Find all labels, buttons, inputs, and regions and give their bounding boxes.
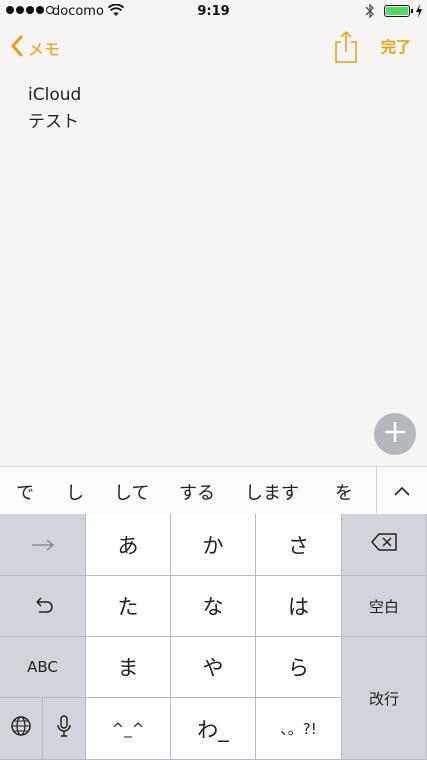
return-key[interactable]: 改行 bbox=[342, 637, 427, 760]
key-punctuation[interactable]: 、。?! bbox=[256, 698, 342, 760]
key-ha[interactable]: は bbox=[256, 576, 342, 637]
back-label: メモ bbox=[28, 40, 61, 59]
status-bar: docomo 9:19 bbox=[0, 0, 427, 24]
plus-icon bbox=[384, 421, 406, 446]
dictation-key[interactable] bbox=[43, 698, 86, 760]
key-kaomoji[interactable]: ^_^ bbox=[86, 698, 171, 760]
note-line[interactable]: iCloud bbox=[28, 82, 408, 109]
note-line[interactable]: テスト bbox=[28, 109, 408, 136]
suggestion-item[interactable]: します bbox=[245, 479, 299, 505]
key-sa[interactable]: さ bbox=[256, 514, 342, 576]
suggestion-bar: で し して する します を bbox=[0, 466, 427, 515]
key-ka[interactable]: か bbox=[171, 514, 256, 576]
globe-key[interactable] bbox=[0, 698, 43, 760]
abc-key[interactable]: ABC bbox=[0, 637, 86, 698]
keyboard: あ か さ た な は 空白 ABC ま や ら 改行 ^_^ わ_ 、。?! bbox=[0, 514, 427, 760]
back-button[interactable]: メモ bbox=[10, 34, 60, 62]
charging-icon bbox=[415, 3, 423, 23]
space-key[interactable]: 空白 bbox=[342, 576, 427, 637]
key-ya[interactable]: や bbox=[171, 637, 256, 698]
undo-key[interactable] bbox=[0, 576, 86, 637]
battery-level bbox=[386, 7, 408, 15]
key-wa[interactable]: わ_ bbox=[171, 698, 256, 760]
key-a[interactable]: あ bbox=[86, 514, 171, 576]
key-ta[interactable]: た bbox=[86, 576, 171, 637]
suggestion-item[interactable]: して bbox=[114, 479, 149, 505]
suggestion-item[interactable]: し bbox=[66, 479, 84, 505]
done-button[interactable]: 完了 bbox=[381, 36, 411, 57]
expand-suggestions-button[interactable] bbox=[377, 467, 427, 515]
key-ma[interactable]: ま bbox=[86, 637, 171, 698]
nav-bar: メモ 完了 bbox=[0, 24, 427, 72]
chevron-left-icon bbox=[10, 35, 24, 61]
battery-icon bbox=[384, 5, 410, 17]
key-ra[interactable]: ら bbox=[256, 637, 342, 698]
chevron-up-icon bbox=[393, 482, 411, 501]
note-body[interactable]: iCloud テスト bbox=[28, 82, 408, 136]
share-icon bbox=[333, 30, 359, 68]
suggestion-item[interactable]: を bbox=[335, 479, 353, 505]
arrow-right-icon bbox=[30, 533, 56, 557]
share-button[interactable] bbox=[333, 30, 359, 64]
delete-key[interactable] bbox=[342, 514, 427, 576]
microphone-icon bbox=[56, 714, 72, 743]
cursor-right-key[interactable] bbox=[0, 514, 86, 576]
suggestion-item[interactable]: で bbox=[16, 479, 34, 505]
clock: 9:19 bbox=[197, 4, 230, 19]
backspace-icon bbox=[370, 532, 398, 557]
add-button[interactable] bbox=[374, 413, 416, 455]
bluetooth-icon bbox=[365, 3, 375, 23]
battery-cap bbox=[411, 9, 413, 13]
suggestion-item[interactable]: する bbox=[179, 479, 215, 505]
globe-icon bbox=[10, 715, 32, 742]
undo-icon bbox=[32, 593, 54, 620]
key-na[interactable]: な bbox=[171, 576, 256, 637]
